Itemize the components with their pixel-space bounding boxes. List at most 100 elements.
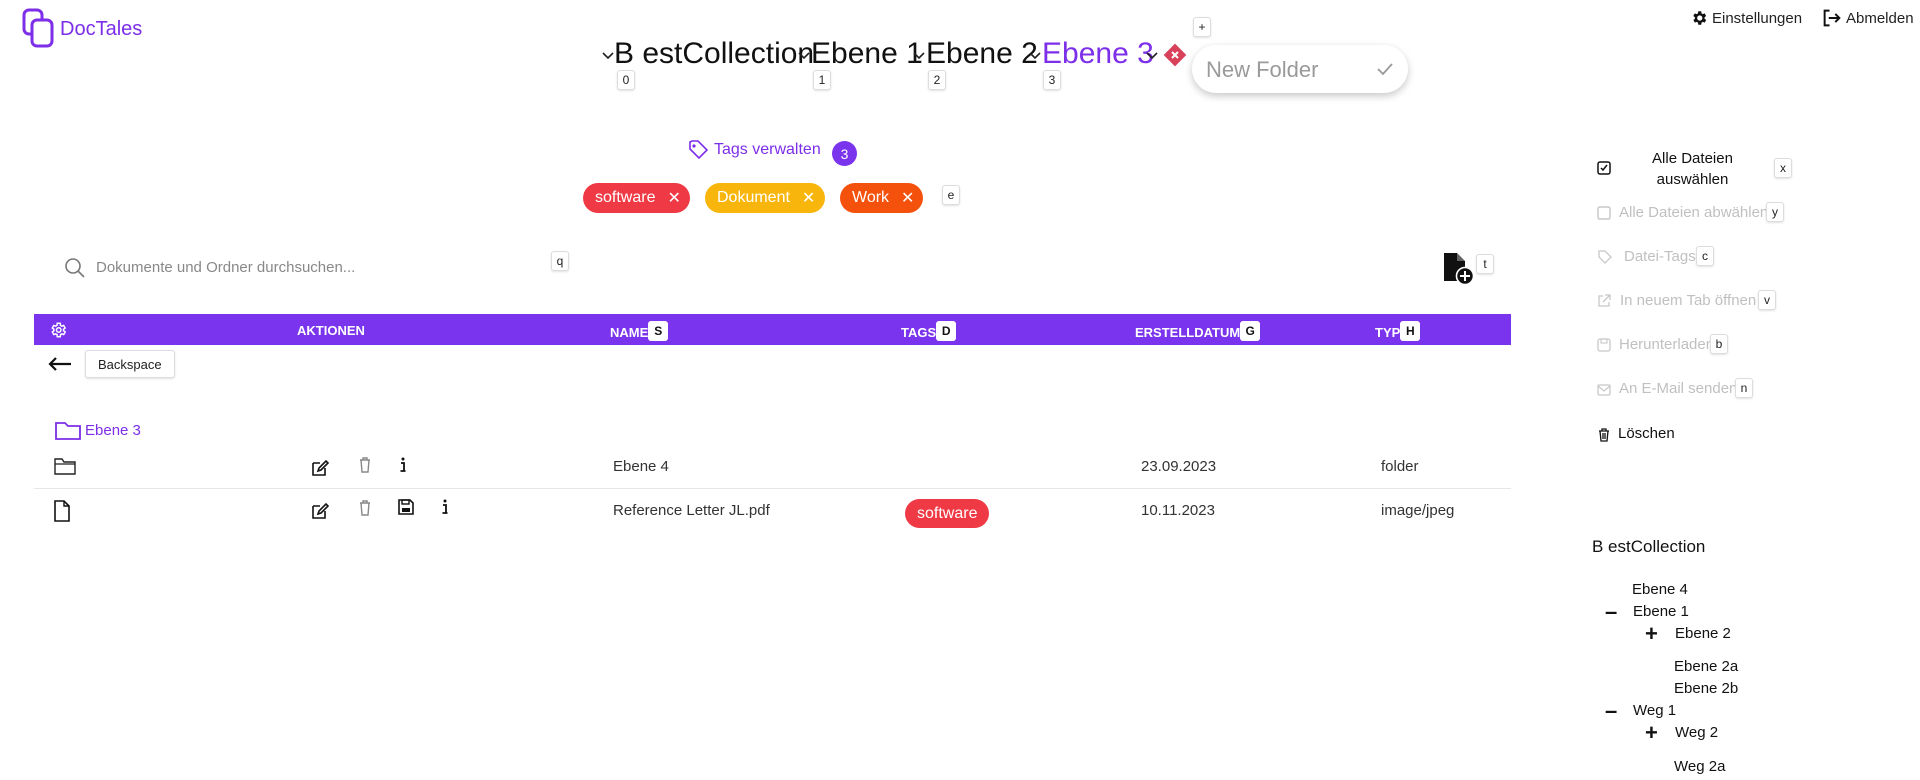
chevron-down-icon[interactable] — [1028, 48, 1042, 62]
tag-chip-label: software — [595, 189, 656, 206]
tree-item[interactable]: Ebene 2 — [1675, 625, 1731, 642]
table-settings-icon[interactable] — [49, 321, 67, 339]
remove-tag-icon[interactable]: ✕ — [901, 188, 914, 208]
breadcrumb-item-root[interactable]: B estCollection — [614, 37, 814, 71]
app-logo[interactable]: DocTales — [22, 8, 142, 48]
sort-shortcut: D — [936, 321, 957, 341]
deselect-all-button[interactable]: Alle Dateien abwählen — [1619, 204, 1768, 221]
expand-toggle[interactable]: + — [1645, 621, 1658, 647]
row-created: 23.09.2023 — [1141, 458, 1217, 475]
collapse-toggle[interactable]: – — [1605, 599, 1617, 625]
expand-toggle[interactable]: + — [1645, 720, 1658, 746]
breadcrumb-shortcut-2: 2 — [928, 70, 946, 90]
download-shortcut: b — [1710, 334, 1728, 354]
tree-item[interactable]: Weg 2 — [1675, 724, 1718, 741]
settings-label: Einstellungen — [1712, 9, 1803, 27]
folder-icon — [55, 422, 81, 440]
table-row[interactable] — [34, 490, 1511, 534]
logout-button[interactable]: Abmelden — [1822, 9, 1914, 27]
chevron-down-icon[interactable] — [797, 48, 811, 62]
tags-shortcut: e — [942, 185, 960, 205]
tree-item[interactable]: Weg 1 — [1633, 702, 1676, 719]
sort-shortcut: S — [648, 321, 669, 341]
tag-chip-work[interactable]: Work ✕ — [840, 183, 923, 213]
column-header-type[interactable]: TYP H — [1375, 321, 1421, 343]
open-new-tab-shortcut: v — [1758, 290, 1776, 310]
info-icon[interactable] — [435, 497, 455, 517]
logout-label: Abmelden — [1846, 9, 1914, 27]
tag-icon — [689, 140, 709, 160]
logo-icon — [22, 8, 54, 48]
table-header: AKTIONEN NAME S TAGS D ERSTELLDATUM G TYP H — [34, 314, 1511, 345]
column-header-label: TYP — [1375, 325, 1401, 340]
send-email-shortcut: n — [1735, 378, 1753, 398]
row-tag-chip[interactable]: software — [905, 499, 990, 528]
tree-root[interactable]: B estCollection — [1592, 537, 1705, 557]
logout-icon — [1823, 9, 1841, 27]
arrow-left-icon[interactable] — [47, 356, 73, 372]
edit-icon[interactable] — [310, 501, 330, 521]
breadcrumb-shortcut-0: 0 — [617, 70, 635, 90]
column-header-created[interactable]: ERSTELLDATUM G — [1135, 321, 1261, 343]
search-input[interactable] — [94, 256, 538, 278]
sort-shortcut: G — [1240, 321, 1261, 341]
edit-icon[interactable] — [310, 458, 330, 478]
column-header-tags[interactable]: TAGS D — [901, 321, 957, 343]
external-link-icon — [1598, 294, 1611, 307]
current-folder[interactable]: Ebene 3 — [54, 419, 141, 441]
breadcrumb-item-ebene-3[interactable]: Ebene 3 — [1042, 37, 1154, 71]
save-icon[interactable] — [396, 497, 416, 517]
file-tags-shortcut: c — [1696, 246, 1714, 266]
tree-item[interactable]: Ebene 4 — [1632, 581, 1688, 598]
sort-shortcut: H — [1400, 321, 1421, 341]
column-header-label: ERSTELLDATUM — [1135, 325, 1241, 340]
column-header-actions: AKTIONEN — [297, 323, 365, 338]
manage-tags-button[interactable]: Tags verwalten — [688, 140, 821, 160]
download-icon — [1597, 338, 1611, 352]
remove-tag-icon[interactable]: ✕ — [667, 188, 680, 208]
info-icon[interactable] — [393, 455, 413, 475]
chevron-down-icon[interactable] — [1145, 48, 1159, 62]
trash-icon[interactable] — [355, 455, 375, 475]
row-created: 10.11.2023 — [1141, 502, 1215, 519]
chevron-down-icon[interactable] — [601, 48, 615, 62]
new-folder-input[interactable] — [1204, 53, 1368, 87]
table-row[interactable] — [34, 448, 1511, 489]
column-header-name[interactable]: NAME S — [610, 321, 669, 343]
tree-item[interactable]: Ebene 1 — [1633, 603, 1689, 620]
chevron-down-icon[interactable] — [912, 48, 926, 62]
current-folder-label: Ebene 3 — [85, 421, 141, 439]
row-name[interactable]: Reference Letter JL.pdf — [613, 502, 770, 519]
collapse-toggle[interactable]: – — [1605, 698, 1617, 724]
download-button[interactable]: Herunterladen — [1619, 336, 1714, 353]
tag-count: 3 — [840, 145, 849, 162]
tree-item[interactable]: Ebene 2a — [1674, 658, 1738, 675]
trash-icon[interactable] — [355, 498, 375, 518]
send-email-button[interactable]: An E-Mail senden — [1619, 380, 1737, 397]
row-name[interactable]: Ebene 4 — [613, 458, 669, 475]
delete-button[interactable]: Löschen — [1618, 425, 1675, 442]
upload-file-icon[interactable] — [1441, 252, 1475, 286]
select-all-button[interactable]: Alle Dateien auswählen — [1630, 148, 1755, 190]
tag-chip-software[interactable]: software ✕ — [583, 183, 690, 213]
gear-icon — [1693, 11, 1707, 25]
row-type: folder — [1381, 458, 1419, 475]
tree-item[interactable]: Ebene 2b — [1674, 680, 1738, 697]
remove-tag-icon[interactable]: ✕ — [802, 188, 815, 208]
tree-item[interactable]: Weg 2a — [1674, 758, 1725, 775]
cancel-new-folder-icon[interactable] — [1162, 42, 1188, 68]
tag-chip-dokument[interactable]: Dokument ✕ — [705, 183, 825, 213]
breadcrumb-shortcut-1: 1 — [813, 70, 831, 90]
add-folder-shortcut[interactable]: + — [1193, 17, 1211, 37]
check-icon[interactable] — [1376, 61, 1394, 77]
tag-chip-label: Work — [852, 189, 890, 206]
open-new-tab-button[interactable]: In neuem Tab öffnen — [1620, 292, 1756, 309]
new-folder-field — [1192, 45, 1408, 93]
file-tags-button[interactable]: Datei-Tags — [1624, 248, 1696, 265]
settings-button[interactable]: Einstellungen — [1690, 9, 1802, 27]
deselect-all-shortcut: y — [1766, 202, 1784, 222]
breadcrumb-item-ebene-2[interactable]: Ebene 2 — [926, 37, 1038, 71]
manage-tags-label: Tags verwalten — [714, 141, 821, 158]
back-button[interactable]: Backspace — [85, 350, 175, 378]
breadcrumb-item-ebene-1[interactable]: Ebene 1 — [811, 37, 923, 71]
